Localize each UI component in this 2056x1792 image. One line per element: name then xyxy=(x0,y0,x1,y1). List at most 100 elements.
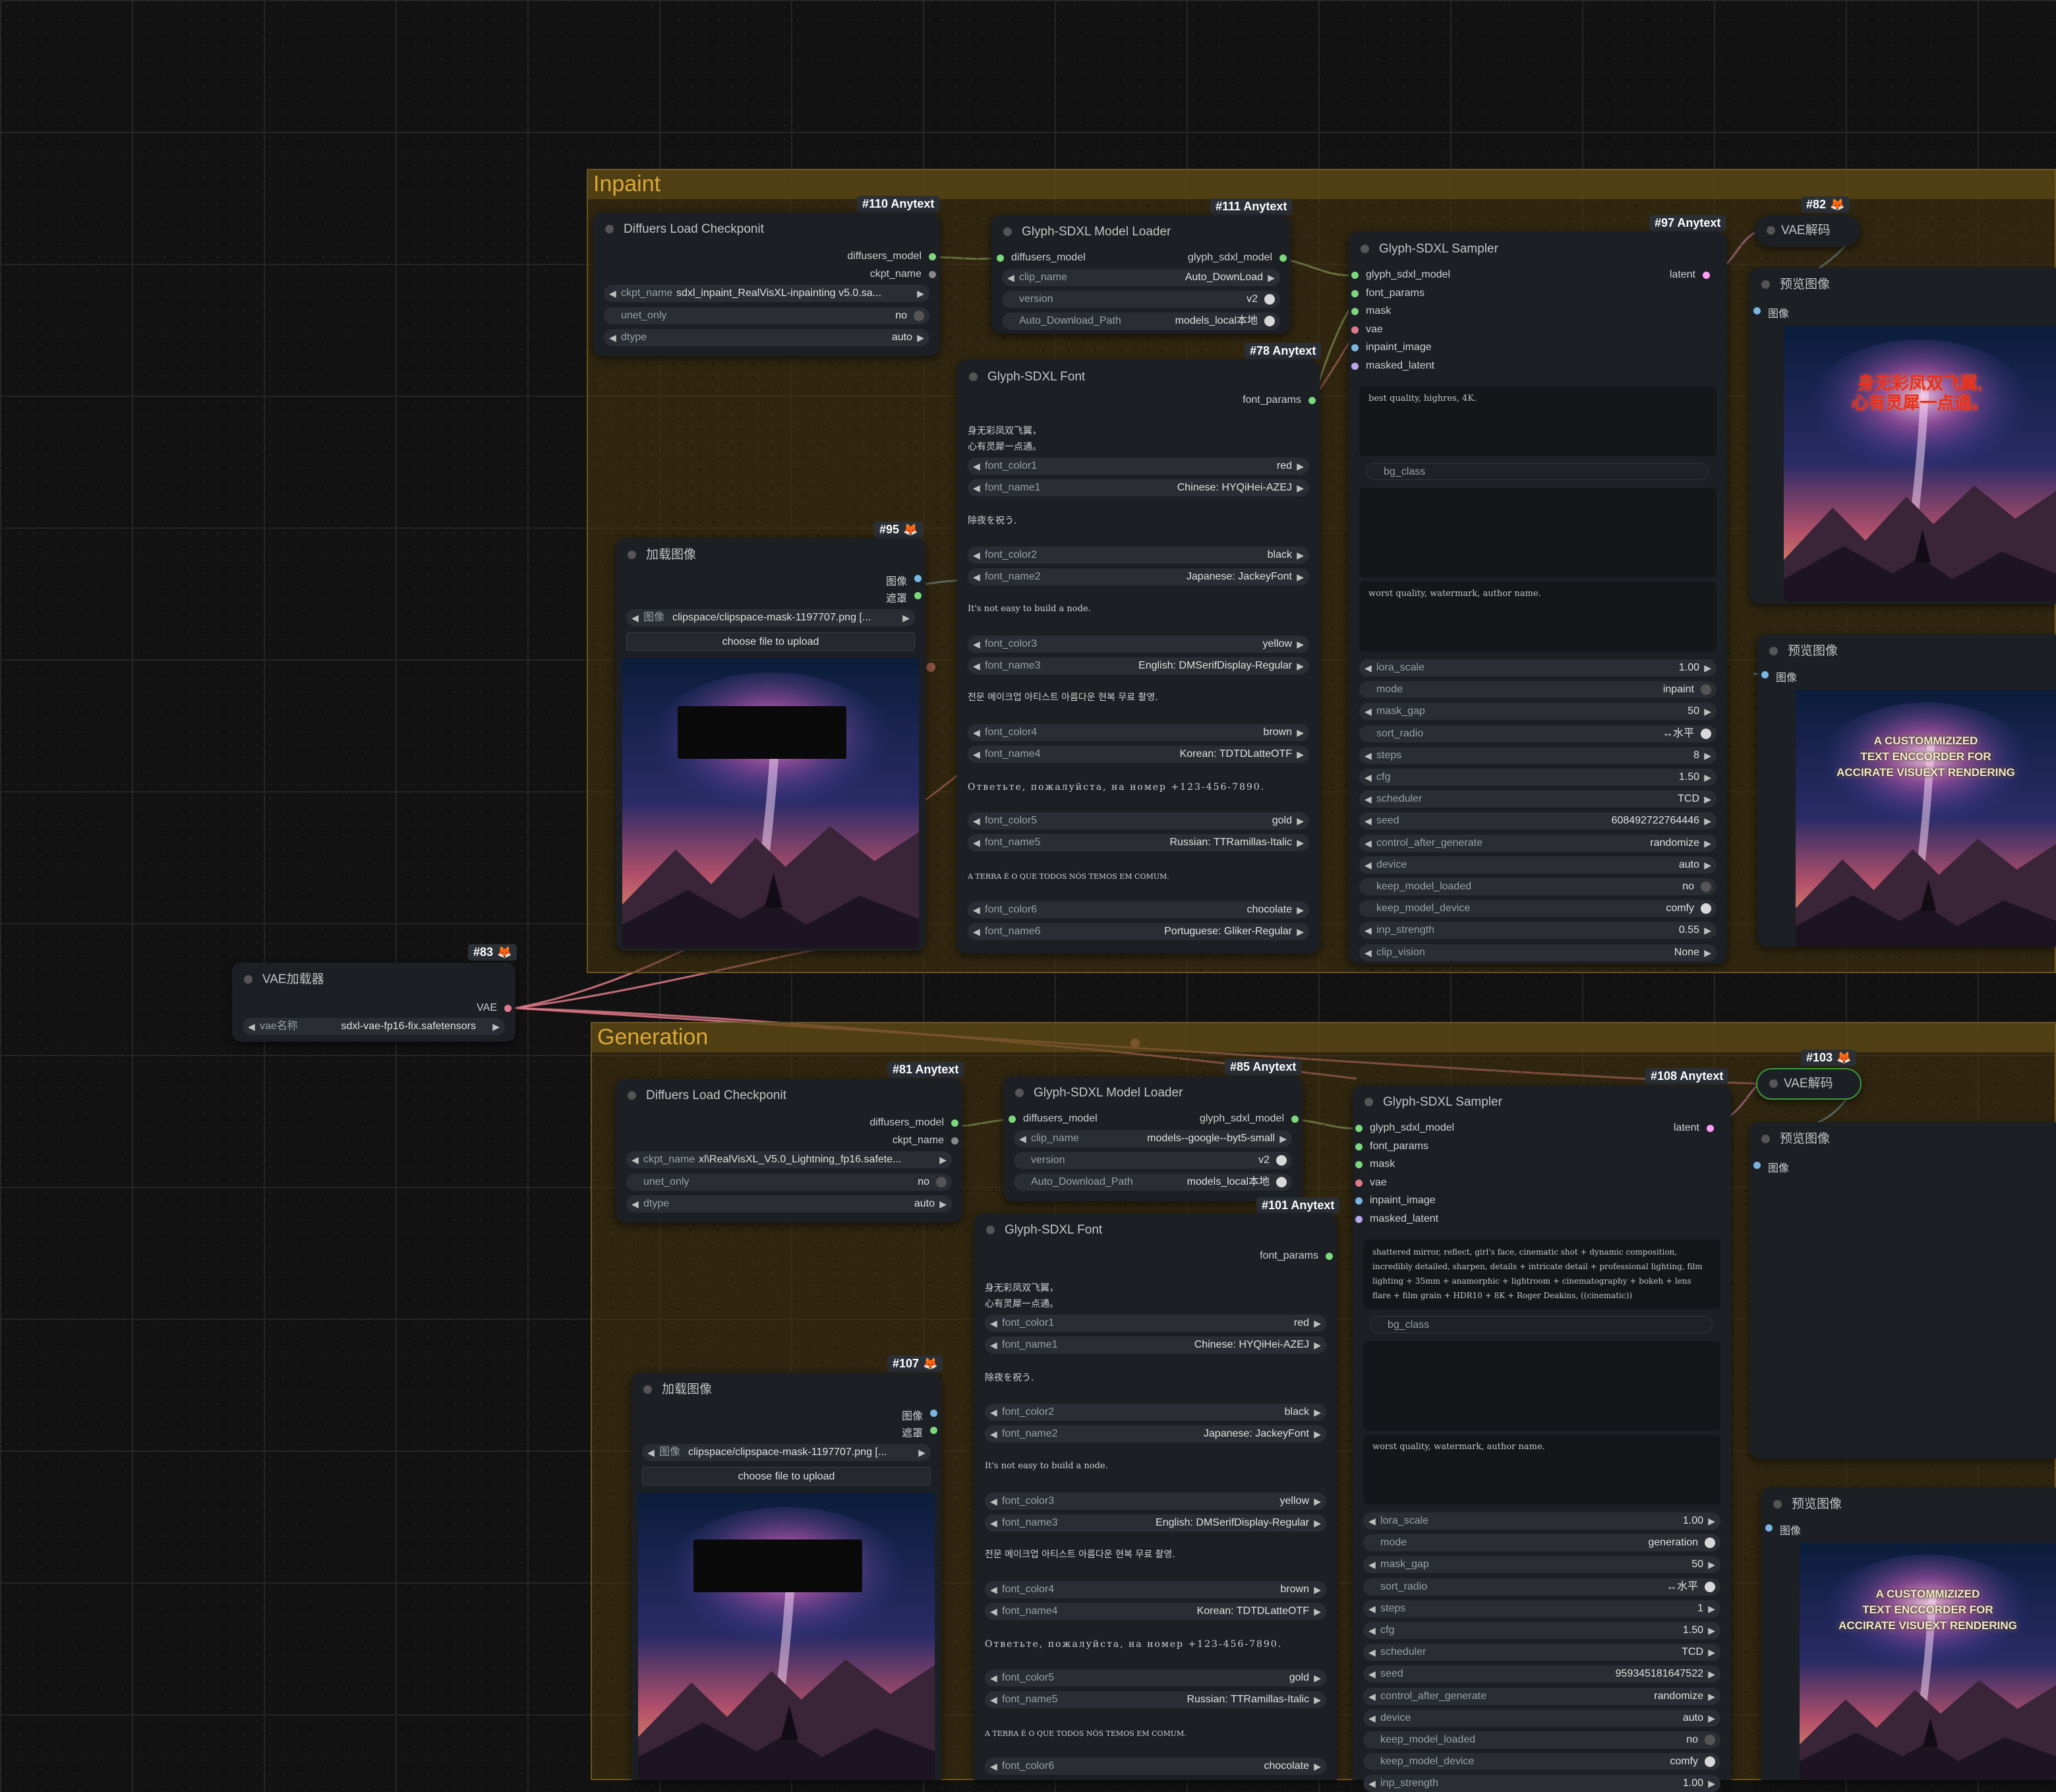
input-slot-mask[interactable]: mask xyxy=(1355,1158,1395,1170)
arrow-right-icon[interactable]: ▶ xyxy=(492,1018,500,1035)
arrow-right-icon[interactable]: ▶ xyxy=(1704,922,1711,939)
node-preview-image[interactable]: 预览图像 图像 身无彩凤双飞翼, 心有灵犀一点通。 xyxy=(1749,268,2056,604)
input-slot-inpaint-image[interactable]: inpaint_image xyxy=(1351,342,1432,353)
font-text-4[interactable]: 전문 메이크업 아티스트 아름다운 현복 무료 촬영. xyxy=(985,1547,1175,1563)
toggle-icon[interactable] xyxy=(1264,294,1275,305)
sampler-widget-seed[interactable]: ◀ seed 959345181647522 ▶ xyxy=(1363,1665,1720,1683)
arrow-right-icon[interactable]: ▶ xyxy=(1314,1603,1321,1620)
negative-prompt-textarea[interactable]: worst quality, watermark, author name. xyxy=(1359,582,1717,651)
font-name1-combo[interactable]: ◀ font_name1 Chinese: HYQiHei-AZEJ ▶ xyxy=(985,1336,1326,1354)
arrow-right-icon[interactable]: ▶ xyxy=(1704,659,1711,676)
output-pin-icon[interactable] xyxy=(914,592,922,599)
node-vae-loader[interactable]: VAE加载器 VAE ◀ vae名称 sdxl-vae-fp16-fix.saf… xyxy=(232,963,515,1042)
bg-class-area[interactable] xyxy=(1359,488,1717,578)
arrow-left-icon[interactable]: ◀ xyxy=(990,1404,997,1421)
input-pin-icon[interactable] xyxy=(1355,1197,1363,1205)
arrow-left-icon[interactable]: ◀ xyxy=(973,724,980,741)
font-color6-combo[interactable]: ◀ font_color6 chocolate ▶ xyxy=(985,1758,1326,1775)
arrow-left-icon[interactable]: ◀ xyxy=(1368,1688,1376,1705)
sampler-widget-keep-model-loaded[interactable]: keep_model_loaded no xyxy=(1359,878,1717,895)
output-pin-icon[interactable] xyxy=(504,1005,512,1012)
node-title[interactable]: Glyph-SDXL Sampler xyxy=(1353,1085,1731,1120)
arrow-left-icon[interactable]: ◀ xyxy=(1365,812,1372,829)
output-slot-latent[interactable]: latent xyxy=(1674,1122,1714,1134)
output-pin-icon[interactable] xyxy=(951,1137,958,1145)
input-slot-diffusers-model[interactable]: diffusers_model xyxy=(997,252,1086,264)
upload-button[interactable]: choose file to upload xyxy=(642,1467,931,1485)
input-slot-font-params[interactable]: font_params xyxy=(1355,1141,1428,1152)
arrow-left-icon[interactable]: ◀ xyxy=(1365,922,1372,939)
toggle-icon[interactable] xyxy=(1701,881,1711,892)
positive-prompt-textarea[interactable]: best quality, highres, 4K. xyxy=(1359,386,1717,456)
input-pin-icon[interactable] xyxy=(997,254,1004,262)
font-name3-combo[interactable]: ◀ font_name3 English: DMSerifDisplay-Regul… xyxy=(985,1514,1326,1532)
input-slot-masked-latent[interactable]: masked_latent xyxy=(1351,360,1434,372)
arrow-right-icon[interactable]: ▶ xyxy=(1708,1512,1715,1530)
font-color4-combo[interactable]: ◀ font_color4 brown ▶ xyxy=(985,1581,1326,1598)
input-slot-diffusers-model[interactable]: diffusers_model xyxy=(1009,1113,1098,1125)
arrow-left-icon[interactable]: ◀ xyxy=(990,1758,997,1775)
node-load-image[interactable]: 加载图像 图像 遮罩 ◀ 图像 clipspace/clipspace-mask-1… xyxy=(631,1373,941,1780)
arrow-left-icon[interactable]: ◀ xyxy=(1365,659,1372,676)
arrow-left-icon[interactable]: ◀ xyxy=(1368,1775,1376,1792)
input-pin-icon[interactable] xyxy=(1351,272,1359,279)
output-slot-image[interactable]: 图像 xyxy=(902,1407,937,1423)
collapse-dot-icon[interactable] xyxy=(628,1091,636,1100)
output-pin-icon[interactable] xyxy=(1707,1125,1714,1132)
output-slot-mask[interactable]: 遮罩 xyxy=(902,1424,937,1440)
sampler-widget-device[interactable]: ◀ device auto ▶ xyxy=(1363,1709,1720,1727)
node-title[interactable]: VAE加载器 xyxy=(232,963,515,997)
font-text-1[interactable]: 身无彩凤双飞翼， 心有灵犀一点通。 xyxy=(968,423,1042,455)
font-text-2[interactable]: 除夜を祝う. xyxy=(985,1370,1034,1386)
node-title[interactable]: VAE解码 xyxy=(1757,1069,1860,1098)
sampler-widget-steps[interactable]: ◀ steps 1 ▶ xyxy=(1363,1599,1720,1617)
font-color6-combo[interactable]: ◀ font_color6 chocolate ▶ xyxy=(968,901,1309,918)
font-text-5[interactable]: Ответьте, пожалуйста, на номер +123-456-… xyxy=(968,779,1265,795)
output-slot-glyph-sdxl-model[interactable]: glyph_sdxl_model xyxy=(1200,1113,1299,1125)
input-pin-icon[interactable] xyxy=(1351,363,1359,370)
input-slot-glyph-sdxl-model[interactable]: glyph_sdxl_model xyxy=(1351,269,1450,281)
arrow-left-icon[interactable]: ◀ xyxy=(990,1514,997,1532)
sampler-widget-inp-strength[interactable]: ◀ inp_strength 1.00 ▶ xyxy=(1363,1775,1720,1792)
arrow-right-icon[interactable]: ▶ xyxy=(917,285,924,302)
node-title[interactable]: 预览图像 xyxy=(1749,1122,2056,1156)
sampler-widget-cfg[interactable]: ◀ cfg 1.50 ▶ xyxy=(1359,769,1717,786)
collapse-dot-icon[interactable] xyxy=(1769,1079,1778,1088)
ckpt-name-combo[interactable]: ◀ ckpt_name sdxl_inpaint_RealVisXL-inpai… xyxy=(604,285,929,302)
arrow-right-icon[interactable]: ▶ xyxy=(939,1195,947,1212)
font-name3-combo[interactable]: ◀ font_name3 English: DMSerifDisplay-Regul… xyxy=(968,657,1309,674)
toggle-icon[interactable] xyxy=(914,311,924,321)
arrow-right-icon[interactable]: ▶ xyxy=(1314,1758,1321,1775)
node-title[interactable]: Glyph-SDXL Model Loader xyxy=(991,215,1291,249)
font-color2-combo[interactable]: ◀ font_color2 black ▶ xyxy=(985,1404,1326,1421)
sampler-widget-keep-model-device[interactable]: keep_model_device comfy xyxy=(1359,900,1717,918)
arrow-left-icon[interactable]: ◀ xyxy=(973,923,980,940)
arrow-left-icon[interactable]: ◀ xyxy=(990,1336,997,1354)
collapse-dot-icon[interactable] xyxy=(969,373,978,381)
arrow-right-icon[interactable]: ▶ xyxy=(1314,1425,1321,1443)
arrow-right-icon[interactable]: ▶ xyxy=(1314,1404,1321,1421)
arrow-left-icon[interactable]: ◀ xyxy=(973,812,980,829)
output-slot-ckpt-name[interactable]: ckpt_name xyxy=(893,1135,958,1147)
node-preview-image[interactable]: 预览图像 图像 xyxy=(1749,1122,2056,1458)
node-vae-decode[interactable]: VAE解码 xyxy=(1755,215,1860,247)
collapse-dot-icon[interactable] xyxy=(1761,280,1770,289)
output-slot-vae[interactable]: VAE xyxy=(477,1002,512,1014)
node-glyph-sdxl-model-loader[interactable]: Glyph-SDXL Model Loader diffusers_model … xyxy=(991,215,1291,334)
arrow-right-icon[interactable]: ▶ xyxy=(1297,479,1304,496)
font-color1-combo[interactable]: ◀ font_color1 red ▶ xyxy=(985,1315,1326,1332)
output-slot-font-params[interactable]: font_params xyxy=(1243,394,1316,406)
arrow-left-icon[interactable]: ◀ xyxy=(631,1195,639,1212)
sampler-widget-scheduler[interactable]: ◀ scheduler TCD ▶ xyxy=(1363,1644,1720,1661)
toggle-icon[interactable] xyxy=(1705,1581,1715,1592)
arrow-right-icon[interactable]: ▶ xyxy=(1268,269,1275,286)
output-slot-image[interactable]: 图像 xyxy=(886,572,922,588)
ckpt-name-combo[interactable]: ◀ ckpt_name xl\RealVisXL_V5.0_Lightning_… xyxy=(626,1151,952,1168)
version-toggle[interactable]: version v2 xyxy=(1002,291,1280,308)
sampler-widget-keep-model-loaded[interactable]: keep_model_loaded no xyxy=(1363,1731,1720,1748)
output-pin-icon[interactable] xyxy=(1308,397,1316,404)
arrow-left-icon[interactable]: ◀ xyxy=(973,901,980,918)
toggle-icon[interactable] xyxy=(1705,1756,1715,1768)
output-slot-diffusers-model[interactable]: diffusers_model xyxy=(869,1117,958,1129)
arrow-right-icon[interactable]: ▶ xyxy=(902,609,910,626)
